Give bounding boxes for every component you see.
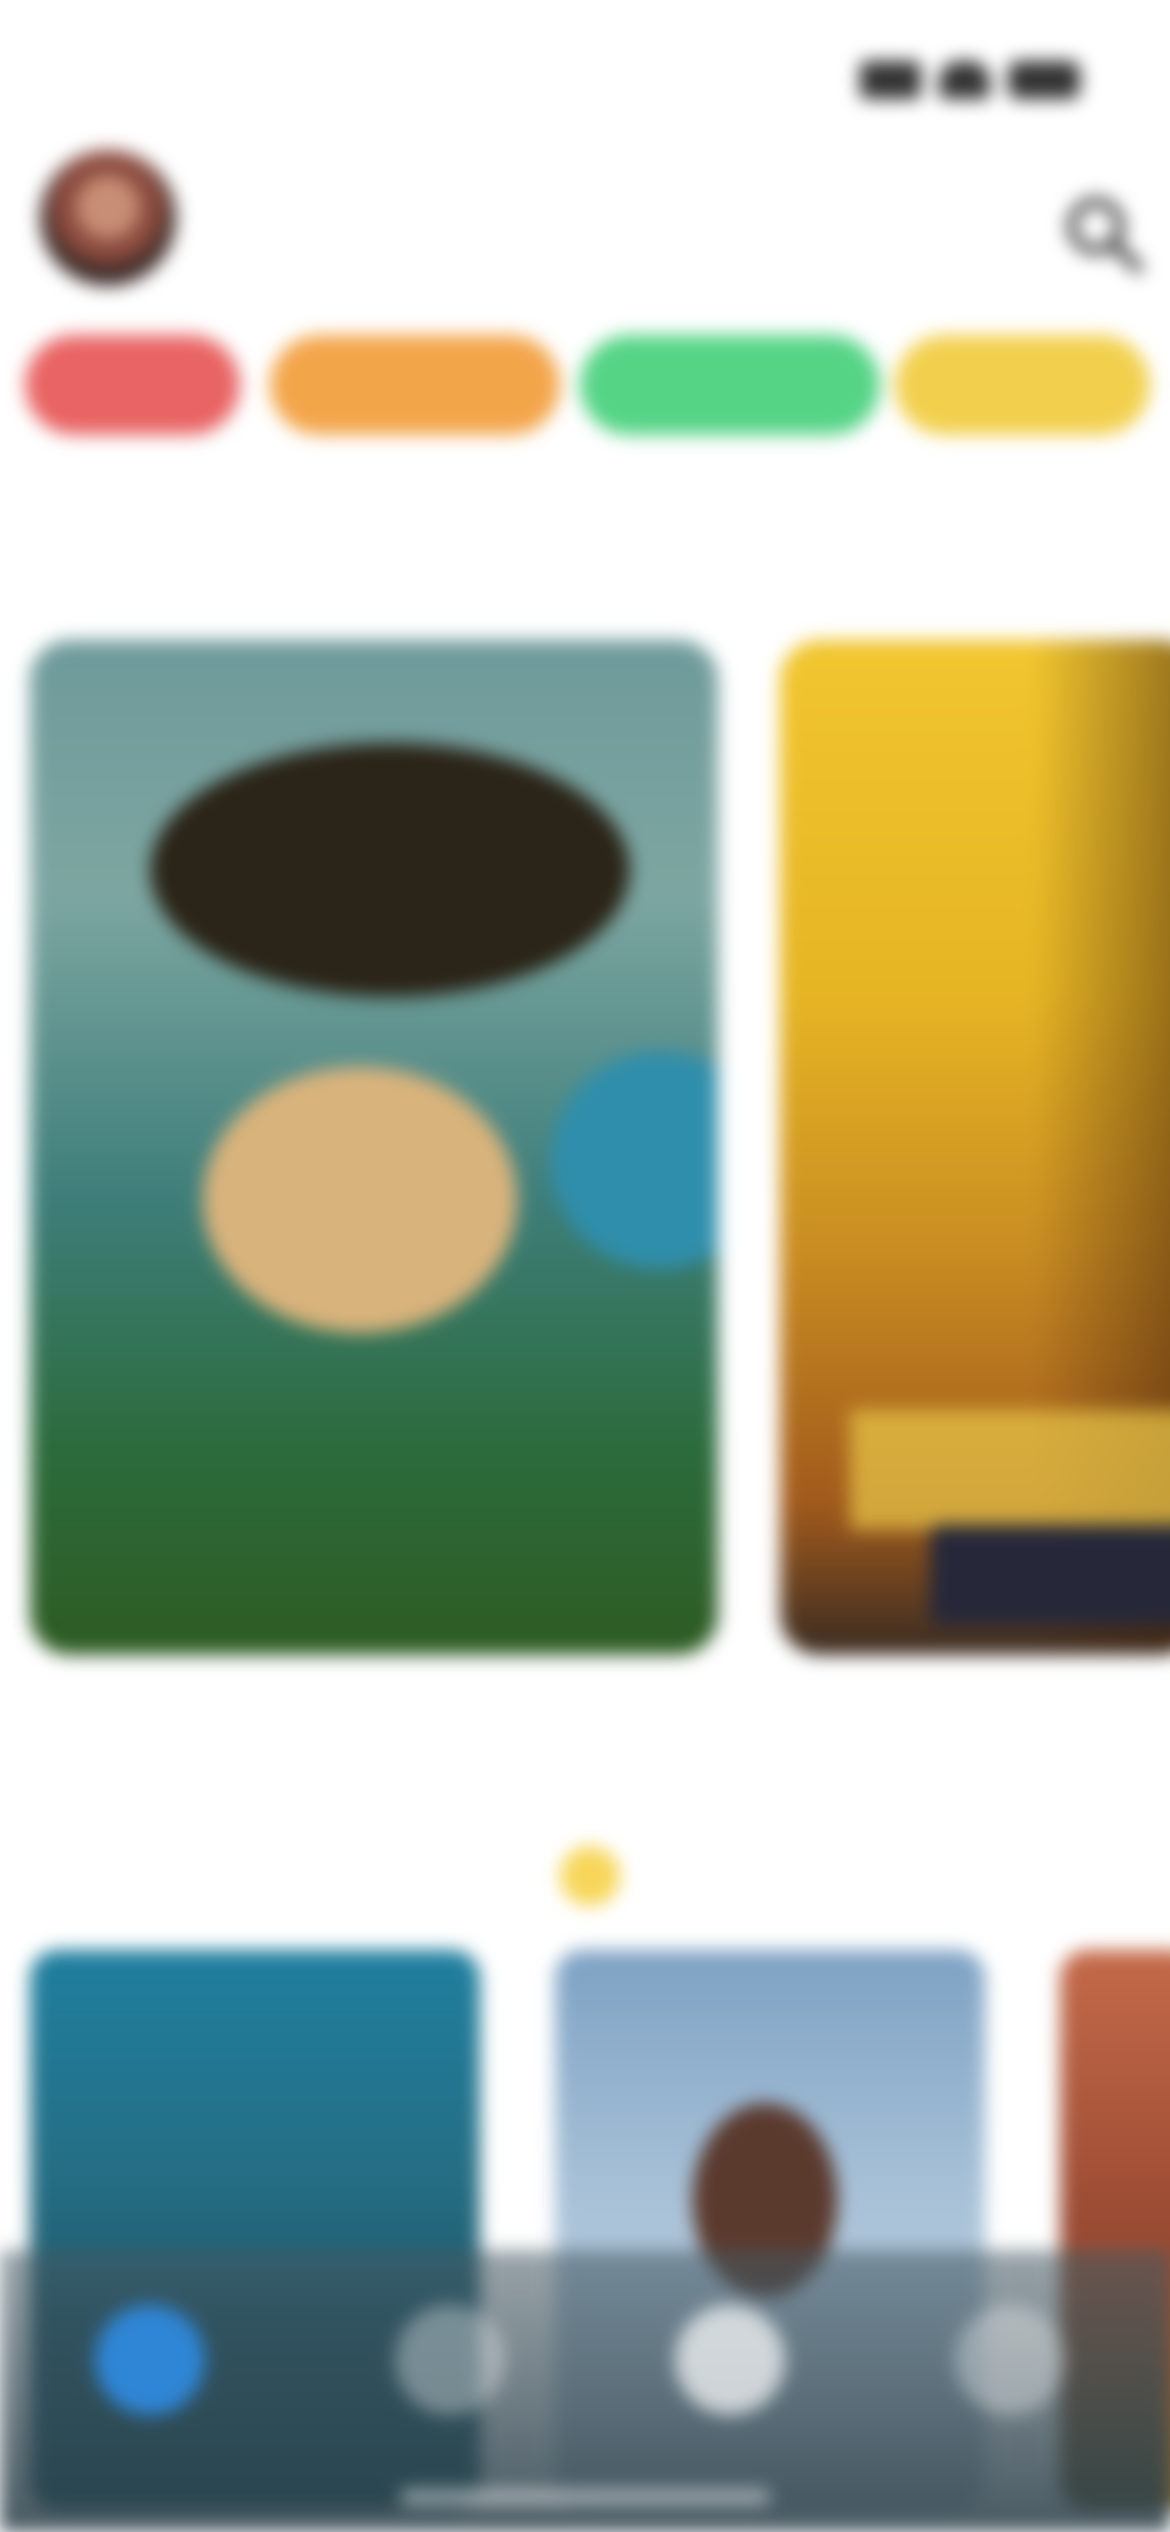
signal-icon	[860, 61, 921, 99]
profile-icon[interactable]	[955, 2305, 1065, 2415]
genre-chip[interactable]	[580, 335, 880, 435]
genre-chip[interactable]	[270, 335, 560, 435]
featured-poster[interactable]	[780, 640, 1170, 1655]
home-icon[interactable]	[95, 2305, 205, 2415]
battery-icon	[1007, 61, 1080, 99]
screen-content	[0, 0, 1170, 2532]
genre-chips	[25, 335, 1170, 435]
wifi-icon	[938, 61, 990, 99]
status-bar	[0, 48, 1170, 118]
featured-poster[interactable]	[30, 640, 718, 1655]
explore-icon[interactable]	[395, 2305, 505, 2415]
genre-chip[interactable]	[25, 335, 240, 435]
popular-badge	[560, 1846, 620, 1906]
avatar[interactable]	[40, 150, 176, 286]
poster-title-art	[930, 1525, 1170, 1625]
status-time	[80, 48, 310, 112]
genre-chip[interactable]	[895, 335, 1150, 435]
status-icons	[860, 58, 1080, 102]
search-icon[interactable]	[1058, 188, 1148, 278]
poster-title-art	[850, 1410, 1170, 1530]
play-icon[interactable]	[675, 2305, 785, 2415]
home-indicator	[400, 2490, 770, 2504]
